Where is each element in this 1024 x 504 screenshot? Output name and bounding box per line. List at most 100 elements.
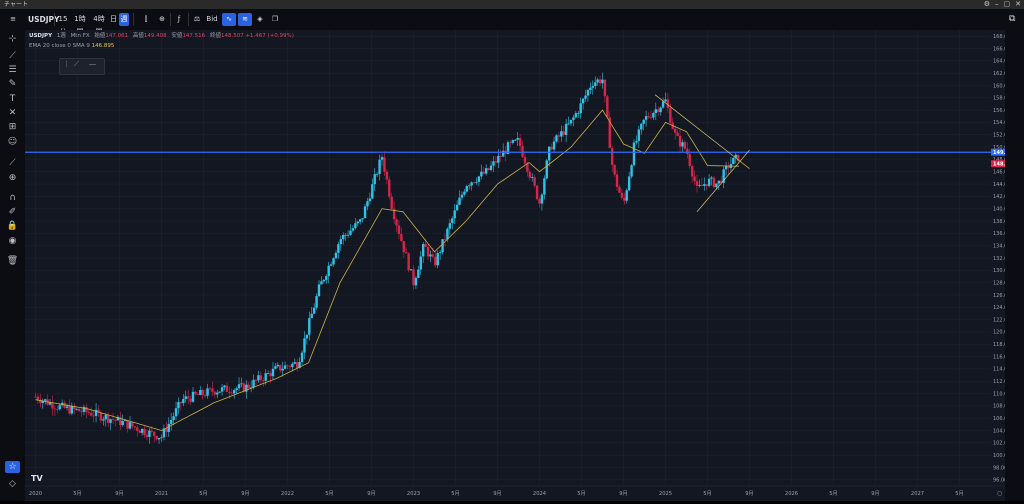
candle-body (533, 177, 536, 186)
candle-body (463, 191, 466, 195)
candle-body (664, 99, 667, 102)
candle-body (269, 373, 272, 377)
candle-body (574, 113, 578, 118)
interval-1h[interactable]: 1時間 (71, 13, 89, 36)
chart-pane[interactable]: 168.000 166.000 164.000 162.000 160.000 158.0… (25, 30, 1016, 501)
candle-body (361, 218, 364, 220)
candle-body (451, 218, 454, 224)
emoji-icon[interactable]: ☺ (5, 136, 20, 148)
trash-icon[interactable]: 🗑 (5, 255, 20, 267)
candle-body (317, 284, 321, 297)
candle-body (232, 390, 236, 394)
price-axis: 168.000 166.000 164.000 162.000 160.000 158.0… (991, 30, 1016, 501)
measure-icon[interactable]: ⊞ (5, 121, 20, 133)
candle-type-icon[interactable]: ⫿ (140, 13, 152, 26)
candle-body (252, 379, 255, 388)
time-tick-label: 9月 (745, 490, 754, 497)
eye-icon[interactable]: ◉ (5, 235, 20, 247)
crosshair-icon[interactable]: ⊹ (5, 33, 20, 45)
layout-icon[interactable]: ❐ (269, 13, 281, 26)
interval-4h[interactable]: 4時間 (90, 13, 108, 36)
minimize-icon[interactable]: – (995, 0, 999, 9)
candle-body (167, 423, 170, 432)
candle-body (312, 307, 316, 314)
zoom-icon[interactable]: ⊕ (5, 172, 20, 184)
price-tick-label: 126.000 (993, 293, 1005, 299)
candle-body (591, 86, 595, 88)
candle-body (618, 186, 621, 193)
time-tick-label: 2021 (155, 491, 168, 497)
wave-tool-icon[interactable]: ≋ (238, 13, 252, 26)
candle-body (623, 197, 626, 201)
candle-body (80, 411, 83, 413)
line-width-icon[interactable]: ― (89, 60, 96, 68)
line-style-icon[interactable]: ⟋ (74, 60, 79, 69)
candle-body (484, 168, 488, 174)
screenshot-icon[interactable]: ◈ (254, 13, 266, 26)
add-indicator-icon[interactable]: ⊕ (156, 13, 168, 26)
candle-body (458, 197, 461, 205)
drag-handle-icon[interactable]: ⋮ (63, 60, 70, 68)
hline-price-badge-text: 149.165 (993, 150, 1005, 156)
candle-body (642, 119, 645, 124)
time-tick-label: 5月 (829, 490, 838, 497)
candle-body (87, 411, 91, 413)
close-icon[interactable]: ✕ (1015, 0, 1021, 9)
ruler-icon[interactable]: ⟋ (5, 157, 20, 169)
lock-icon[interactable]: 🔒 (5, 220, 20, 232)
candle-body (259, 375, 263, 381)
favorites-icon[interactable]: ☆ (5, 461, 20, 473)
indicators-icon[interactable]: ƒ (173, 13, 185, 26)
trendline-icon[interactable]: ⟋ (5, 50, 20, 62)
candle-body (698, 185, 701, 186)
time-tick-label: 5月 (703, 490, 712, 497)
candle-body (688, 153, 691, 167)
symbol-selector[interactable]: USDJPY (28, 13, 59, 26)
candle-body (325, 276, 328, 280)
object-tree-icon[interactable]: ◇ (5, 478, 20, 490)
line-tool-icon[interactable]: ∿ (222, 13, 236, 26)
compare-icon[interactable]: ⚖ (191, 13, 203, 26)
candle-body (133, 426, 137, 428)
candle-body (51, 402, 54, 409)
candle-body (610, 148, 614, 165)
settings-icon[interactable]: ⚙ (984, 0, 990, 9)
time-tick-label: 2024 (533, 491, 547, 497)
price-tick-label: 134.000 (993, 243, 1005, 249)
legend-ema-row[interactable]: EMA 20 close 0 SMA 9 146.895 (29, 41, 294, 51)
candle-body (421, 244, 425, 257)
lock-drawing-icon[interactable]: ✐ (5, 206, 20, 218)
candle-body (104, 414, 107, 420)
candle-body (140, 428, 144, 433)
interval-1d[interactable]: 日 (110, 13, 117, 26)
maximize-icon[interactable]: ▢ (1004, 0, 1011, 9)
interval-1w[interactable]: 週 (119, 13, 129, 26)
candle-body (172, 416, 175, 421)
legend-change-value: +1.467 (+0.99%) (245, 33, 294, 39)
tradingview-logo[interactable]: TV (31, 474, 43, 483)
text-icon[interactable]: T (5, 93, 20, 105)
price-type-button[interactable]: Bid (206, 13, 218, 26)
candle-body (293, 362, 296, 364)
interval-15m[interactable]: 15分 (56, 13, 70, 36)
candle-body (589, 87, 592, 91)
pattern-icon[interactable]: ✕ (5, 107, 20, 119)
magnet-icon[interactable]: ∩ (5, 192, 20, 204)
candle-body (186, 396, 190, 399)
candle-body (528, 171, 532, 178)
time-tick-label: 5月 (955, 490, 964, 497)
candle-body (264, 373, 267, 381)
price-tick-label: 142.000 (993, 194, 1005, 200)
menu-icon[interactable]: ≡ (6, 13, 20, 26)
candle-body (470, 182, 473, 186)
price-tick-label: 152.000 (993, 133, 1005, 139)
layout-panel-icon[interactable]: ⧉ (1009, 14, 1015, 24)
candle-body (208, 388, 212, 390)
right-sidebar: ⧉ (1005, 9, 1024, 501)
price-chart[interactable]: 168.000 166.000 164.000 162.000 160.000 158.0… (25, 30, 1016, 501)
floating-drawing-toolbar[interactable]: ⋮ ⟋ ― (59, 58, 105, 75)
candle-body (409, 269, 413, 271)
candle-body (211, 388, 214, 392)
brush-icon[interactable]: ✎ (5, 78, 20, 90)
horizontal-lines-icon[interactable]: ☰ (5, 64, 20, 76)
